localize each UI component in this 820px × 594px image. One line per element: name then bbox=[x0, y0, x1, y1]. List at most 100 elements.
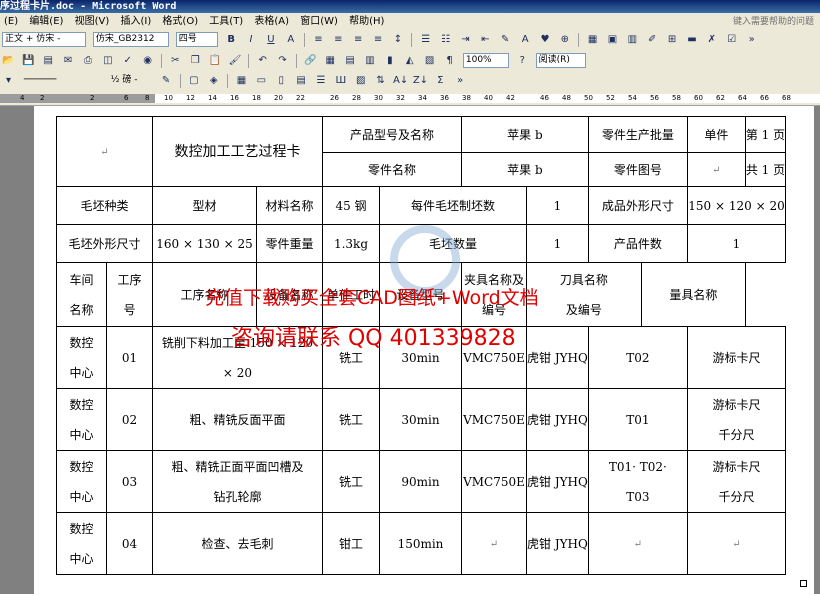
row-gauge[interactable]: 游标卡尺 千分尺 bbox=[686, 450, 787, 513]
row-op-no[interactable]: 04 bbox=[106, 512, 153, 575]
insert-icon[interactable]: ⊞ bbox=[665, 32, 680, 47]
read-button[interactable]: 阅读(R) bbox=[535, 53, 586, 68]
menu-window[interactable]: 窗口(W) bbox=[296, 13, 342, 30]
autoformat-icon[interactable]: ▨ bbox=[353, 73, 368, 88]
blank-type-value[interactable]: 型材 bbox=[152, 186, 257, 225]
row-op-name[interactable]: 粗、精铣正面平面凹槽及 钻孔轮廓 bbox=[152, 450, 323, 513]
blank-size-value[interactable]: 160 × 130 × 25 bbox=[152, 224, 257, 263]
print-icon[interactable]: ⎙ bbox=[81, 53, 96, 68]
row-op-no[interactable]: 02 bbox=[106, 388, 153, 451]
research-icon[interactable]: ◉ bbox=[140, 53, 155, 68]
row-tool[interactable]: T01 bbox=[587, 388, 688, 451]
strike-icon[interactable]: ✗ bbox=[704, 32, 719, 47]
merge-cells-icon[interactable]: ▭ bbox=[254, 73, 269, 88]
distribute-rows-icon[interactable]: ☰ bbox=[314, 73, 329, 88]
row-hours[interactable]: 150min bbox=[379, 512, 462, 575]
align-center-icon[interactable]: ≡ bbox=[331, 32, 346, 47]
columns-button-icon[interactable]: ▮ bbox=[382, 53, 397, 68]
per-blank-value[interactable]: 1 bbox=[526, 186, 589, 225]
help-icon[interactable]: ? bbox=[515, 53, 530, 68]
material-value[interactable]: 45 钢 bbox=[322, 186, 380, 225]
autosum-icon[interactable]: Σ bbox=[433, 73, 448, 88]
menu-insert[interactable]: 插入(I) bbox=[116, 13, 155, 30]
row-hours[interactable]: 90min bbox=[379, 450, 462, 513]
row-model[interactable]: VMC750E bbox=[461, 388, 527, 451]
columns-icon[interactable]: ▥ bbox=[625, 32, 640, 47]
style-select[interactable]: 正文 + 仿宋 - bbox=[2, 32, 86, 47]
distribute-cols-icon[interactable]: Ш bbox=[333, 73, 348, 88]
border-icon[interactable]: ▣ bbox=[605, 32, 620, 47]
encircle-icon[interactable]: ⊕ bbox=[557, 32, 572, 47]
table-row[interactable]: 数控 中心 04 检查、去毛刺 钳工 150min ↵ 虎钳 JYHQ ↵ ↵ bbox=[56, 512, 787, 575]
justify-icon[interactable]: ≡ bbox=[371, 32, 386, 47]
menu-edit[interactable]: 编辑(E) bbox=[25, 13, 67, 30]
hyperlink-icon[interactable]: 🔗 bbox=[303, 53, 318, 68]
empty-cell[interactable]: ↵ bbox=[56, 116, 153, 187]
horizontal-ruler[interactable]: 4 2 2 6 8 10 12 14 16 18 20 22 26 28 30 … bbox=[0, 92, 820, 106]
paste-icon[interactable]: 📋 bbox=[208, 53, 223, 68]
row-fixture[interactable]: 虎钳 JYHQ bbox=[526, 388, 589, 451]
font-color-button[interactable]: A bbox=[283, 32, 298, 47]
check-icon[interactable]: ☑ bbox=[724, 32, 739, 47]
phonetic-icon[interactable]: ♥ bbox=[538, 32, 553, 47]
text-direction-icon[interactable]: ⇅ bbox=[373, 73, 388, 88]
row-gauge[interactable]: ↵ bbox=[686, 512, 787, 575]
tables-borders-icon[interactable]: ▦ bbox=[323, 53, 338, 68]
row-workshop[interactable]: 数控 中心 bbox=[56, 388, 107, 451]
text-color-icon[interactable]: A bbox=[518, 32, 533, 47]
menu-help[interactable]: 帮助(H) bbox=[345, 13, 388, 30]
row-equip[interactable]: 钳工 bbox=[322, 512, 380, 575]
spelling-icon[interactable]: ✓ bbox=[120, 53, 135, 68]
product-model-value[interactable]: 苹果 b bbox=[461, 116, 589, 153]
row-fixture[interactable]: 虎钳 JYHQ bbox=[526, 326, 589, 389]
table-row[interactable]: 数控 中心 03 粗、精铣正面平面凹槽及 钻孔轮廓 铣工 90min VMC750E… bbox=[56, 450, 787, 513]
italic-button[interactable]: I bbox=[244, 32, 259, 47]
email-icon[interactable]: ✉ bbox=[61, 53, 76, 68]
format-painter-icon[interactable]: 🖌 bbox=[228, 53, 243, 68]
shading-icon[interactable]: ◈ bbox=[206, 73, 221, 88]
more-options-icon[interactable]: » bbox=[453, 73, 468, 88]
outdent-icon[interactable]: ⇤ bbox=[478, 32, 493, 47]
row-workshop[interactable]: 数控 中心 bbox=[56, 512, 107, 575]
cut-icon[interactable]: ✂ bbox=[168, 53, 183, 68]
row-op-no[interactable]: 01 bbox=[106, 326, 153, 389]
bullets-icon[interactable]: ☷ bbox=[438, 32, 453, 47]
menu-table[interactable]: 表格(A) bbox=[250, 13, 293, 30]
row-fixture[interactable]: 虎钳 JYHQ bbox=[526, 450, 589, 513]
draw-icon[interactable]: ✐ bbox=[645, 32, 660, 47]
insert-table2-icon[interactable]: ▦ bbox=[234, 73, 249, 88]
numbering-icon[interactable]: ☰ bbox=[418, 32, 433, 47]
row-hours[interactable]: 30min bbox=[379, 388, 462, 451]
redo-icon[interactable]: ↷ bbox=[275, 53, 290, 68]
blank-qty-value[interactable]: 1 bbox=[526, 224, 589, 263]
open-icon[interactable]: 📂 bbox=[1, 53, 16, 68]
save-icon[interactable]: 💾 bbox=[21, 53, 36, 68]
row-workshop[interactable]: 数控 中心 bbox=[56, 326, 107, 389]
table-resize-handle[interactable] bbox=[800, 580, 807, 587]
row-gauge[interactable]: 游标卡尺 bbox=[686, 326, 787, 389]
pen-color-icon[interactable]: ✎ bbox=[159, 73, 174, 88]
line-preview[interactable]: ────── bbox=[22, 74, 102, 87]
zoom-select[interactable]: 100% bbox=[462, 53, 509, 68]
sort-desc-icon[interactable]: Z↓ bbox=[413, 73, 428, 88]
batch-unit[interactable]: 单件 bbox=[686, 116, 746, 153]
border-select-icon[interactable]: ▢ bbox=[186, 73, 201, 88]
row-tool[interactable]: T01· T02· T03 bbox=[587, 450, 688, 513]
copy-icon[interactable]: ❐ bbox=[188, 53, 203, 68]
row-op-name[interactable]: 检查、去毛刺 bbox=[152, 512, 323, 575]
bar-icon[interactable]: ▬ bbox=[685, 32, 700, 47]
document-map-icon[interactable]: ▧ bbox=[422, 53, 437, 68]
finished-size-value[interactable]: 150 × 120 × 20 bbox=[686, 186, 787, 225]
menu-file[interactable]: (E) bbox=[0, 13, 22, 30]
table-icon[interactable]: ▦ bbox=[585, 32, 600, 47]
undo-icon[interactable]: ↶ bbox=[255, 53, 270, 68]
row-equip[interactable]: 铣工 bbox=[322, 450, 380, 513]
font-select[interactable]: 仿宋_GB2312 bbox=[92, 32, 169, 47]
bold-button[interactable]: B bbox=[224, 32, 239, 47]
indent-icon[interactable]: ⇥ bbox=[458, 32, 473, 47]
row-model[interactable]: ↵ bbox=[461, 512, 527, 575]
preview-icon[interactable]: ◫ bbox=[100, 53, 115, 68]
permission-icon[interactable]: ▤ bbox=[41, 53, 56, 68]
row-tool[interactable]: ↵ bbox=[587, 512, 688, 575]
product-qty-value[interactable]: 1 bbox=[686, 224, 787, 263]
